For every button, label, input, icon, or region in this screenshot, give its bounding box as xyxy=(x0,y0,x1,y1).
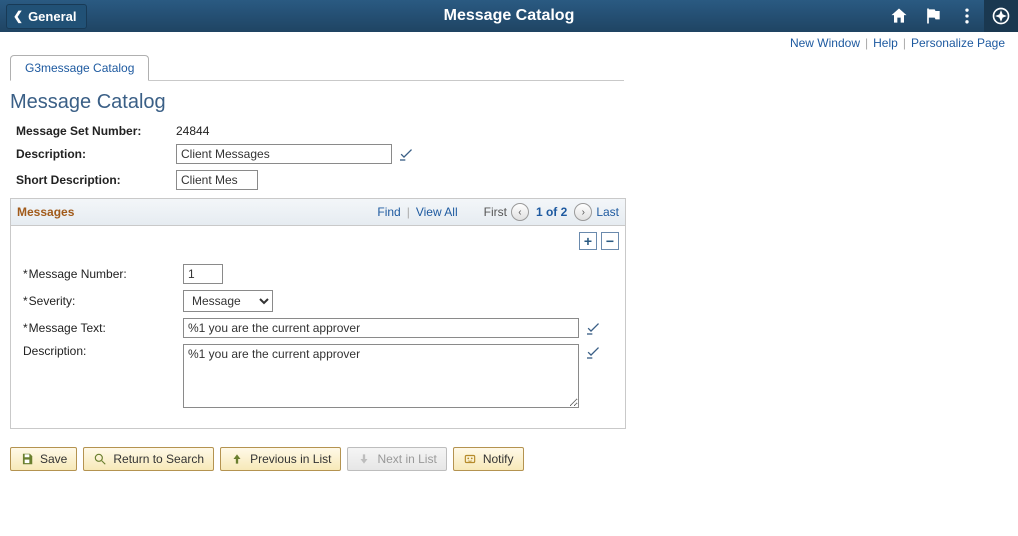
short-description-input[interactable] xyxy=(176,170,258,190)
chevron-left-icon: ❮ xyxy=(13,9,23,23)
messages-title: Messages xyxy=(17,205,74,219)
return-label: Return to Search xyxy=(113,452,204,466)
back-button[interactable]: ❮ General xyxy=(6,4,87,29)
previous-in-list-button[interactable]: Previous in List xyxy=(220,447,341,471)
save-label: Save xyxy=(40,452,67,466)
arrow-up-icon xyxy=(230,452,244,466)
label-set-number: Message Set Number: xyxy=(10,124,176,138)
label-message-text: Message Text: xyxy=(17,321,183,335)
label-message-number: Message Number: xyxy=(17,267,183,281)
tab-strip: G3message Catalog xyxy=(10,54,624,81)
spellcheck-icon[interactable] xyxy=(585,344,601,360)
row-actions: + − xyxy=(11,226,625,250)
notify-label: Notify xyxy=(483,452,514,466)
msg-description-textarea[interactable] xyxy=(183,344,579,408)
messages-section: Messages Find | View All First ‹ 1 of 2 … xyxy=(10,198,626,429)
home-icon[interactable] xyxy=(882,0,916,32)
flag-icon[interactable] xyxy=(916,0,950,32)
app-header: ❮ General Message Catalog xyxy=(0,0,1018,32)
spellcheck-icon[interactable] xyxy=(398,146,414,162)
personalize-link[interactable]: Personalize Page xyxy=(911,36,1005,50)
save-icon xyxy=(20,452,34,466)
add-row-button[interactable]: + xyxy=(579,232,597,250)
tab-g3message-catalog[interactable]: G3message Catalog xyxy=(10,55,149,81)
next-page-button[interactable]: › xyxy=(574,203,592,221)
label-severity: Severity: xyxy=(17,294,183,308)
message-text-input[interactable] xyxy=(183,318,579,338)
delete-row-button[interactable]: − xyxy=(601,232,619,250)
row-set-number: Message Set Number: 24844 xyxy=(10,124,1008,138)
find-link[interactable]: Find xyxy=(377,205,400,219)
separator: | xyxy=(865,36,868,50)
page-indicator: 1 of 2 xyxy=(536,205,567,219)
page-links: New Window | Help | Personalize Page xyxy=(0,32,1018,52)
messages-header: Messages Find | View All First ‹ 1 of 2 … xyxy=(11,199,625,226)
last-link[interactable]: Last xyxy=(596,205,619,219)
row-severity: Severity: Message xyxy=(17,290,619,312)
header-icons xyxy=(882,0,1018,32)
prev-page-button[interactable]: ‹ xyxy=(511,203,529,221)
button-bar: Save Return to Search Previous in List N… xyxy=(10,447,1008,471)
save-button[interactable]: Save xyxy=(10,447,77,471)
value-set-number: 24844 xyxy=(176,124,209,138)
label-msg-description: Description: xyxy=(17,344,183,358)
content-area: G3message Catalog Message Catalog Messag… xyxy=(0,54,1018,471)
messages-body: Message Number: Severity: Message Messag… xyxy=(11,250,625,428)
spellcheck-icon[interactable] xyxy=(585,320,601,336)
messages-tools: Find | View All First ‹ 1 of 2 › Last xyxy=(377,203,619,221)
search-icon xyxy=(93,452,107,466)
new-window-link[interactable]: New Window xyxy=(790,36,860,50)
label-short-description: Short Description: xyxy=(10,173,176,187)
label-description: Description: xyxy=(10,147,176,161)
row-message-number: Message Number: xyxy=(17,264,619,284)
separator: | xyxy=(407,205,410,219)
notify-button[interactable]: Notify xyxy=(453,447,524,471)
return-to-search-button[interactable]: Return to Search xyxy=(83,447,214,471)
severity-select[interactable]: Message xyxy=(183,290,273,312)
row-message-text: Message Text: xyxy=(17,318,619,338)
first-label: First xyxy=(484,205,507,219)
arrow-down-icon xyxy=(357,452,371,466)
compass-icon[interactable] xyxy=(984,0,1018,32)
help-link[interactable]: Help xyxy=(873,36,898,50)
separator: | xyxy=(903,36,906,50)
next-in-list-button: Next in List xyxy=(347,447,446,471)
description-input[interactable] xyxy=(176,144,392,164)
back-label: General xyxy=(28,9,76,24)
prev-label: Previous in List xyxy=(250,452,331,466)
row-short-description: Short Description: xyxy=(10,170,1008,190)
row-description: Description: xyxy=(10,144,1008,164)
message-number-input[interactable] xyxy=(183,264,223,284)
page-title-header: Message Catalog xyxy=(444,7,575,25)
row-msg-description: Description: xyxy=(17,344,619,408)
notify-icon xyxy=(463,452,477,466)
vertical-dots-icon[interactable] xyxy=(950,0,984,32)
view-all-link[interactable]: View All xyxy=(416,205,458,219)
next-label: Next in List xyxy=(377,452,436,466)
page-title: Message Catalog xyxy=(10,91,1008,114)
